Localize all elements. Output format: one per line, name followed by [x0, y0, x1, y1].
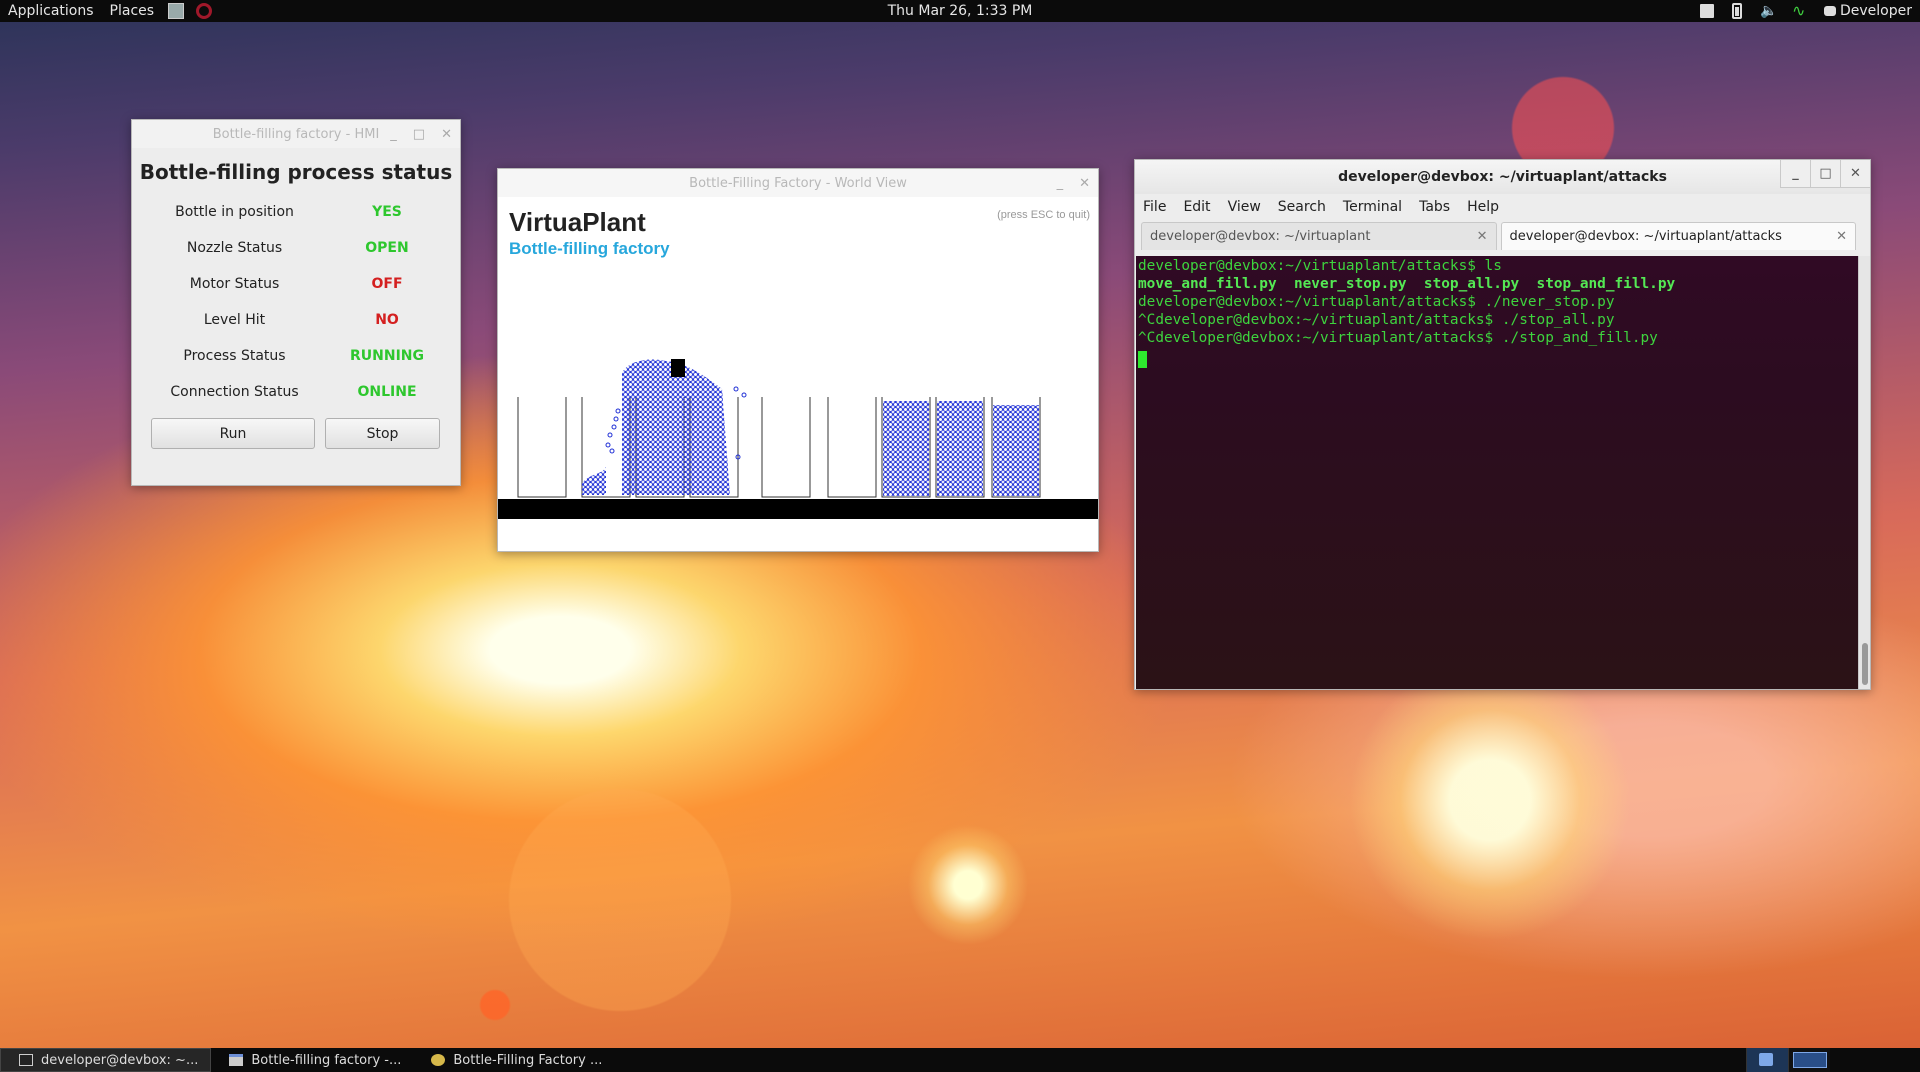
terminal-icon	[19, 1054, 33, 1066]
status-row-nozzle: Nozzle Status OPEN	[132, 230, 460, 266]
close-icon[interactable]: ✕	[441, 127, 452, 142]
network-icon[interactable]: ∿	[1792, 3, 1806, 19]
close-icon[interactable]: ✕	[1079, 176, 1090, 191]
status-row-process: Process Status RUNNING	[132, 338, 460, 374]
workspace-2[interactable]	[1788, 1048, 1830, 1072]
status-row-connection: Connection Status ONLINE	[132, 374, 460, 410]
hmi-window-title: Bottle-filling factory - HMI	[212, 126, 380, 142]
close-tab-icon[interactable]: ✕	[1477, 229, 1488, 244]
status-list: Bottle in position YES Nozzle Status OPE…	[132, 194, 460, 410]
status-value: RUNNING	[350, 348, 424, 364]
taskbar-item-label: Bottle-filling factory -...	[251, 1052, 402, 1068]
clock-container: Thu Mar 26, 1:33 PM	[0, 3, 1920, 19]
status-label: Motor Status	[189, 276, 280, 292]
world-view-subtitle: Bottle-filling factory	[509, 239, 670, 258]
minimize-icon[interactable]: _	[1780, 160, 1810, 188]
user-menu[interactable]: Developer	[1823, 3, 1912, 19]
status-label: Nozzle Status	[186, 240, 283, 256]
battery-icon[interactable]	[1731, 3, 1742, 19]
status-row-bottle: Bottle in position YES	[132, 194, 460, 230]
system-tray: 🔈 ∿ Developer	[1699, 0, 1920, 22]
taskbar-item-terminal[interactable]: developer@devbox: ~...	[0, 1048, 212, 1072]
terminal-output[interactable]: developer@devbox:~/virtuaplant/attacks$ …	[1136, 256, 1858, 689]
scrollbar-thumb[interactable]	[1862, 643, 1868, 685]
taskbar: developer@devbox: ~... Bottle-filling fa…	[0, 1048, 1920, 1072]
hmi-titlebar[interactable]: Bottle-filling factory - HMI _ □ ✕	[132, 120, 460, 148]
conveyor-belt	[498, 499, 1098, 519]
tab-virtuaplant[interactable]: developer@devbox: ~/virtuaplant ✕	[1141, 222, 1497, 250]
taskbar-item-label: developer@devbox: ~...	[41, 1052, 199, 1068]
maximize-icon[interactable]: □	[413, 127, 425, 142]
menu-search[interactable]: Search	[1278, 199, 1326, 215]
close-icon[interactable]: ✕	[1840, 160, 1870, 188]
status-row-level: Level Hit NO	[132, 302, 460, 338]
menu-terminal[interactable]: Terminal	[1343, 199, 1402, 215]
status-value: YES	[372, 204, 402, 220]
run-button[interactable]: Run	[151, 418, 315, 449]
maximize-icon[interactable]: □	[1810, 160, 1840, 188]
taskbar-item-world-view[interactable]: Bottle-Filling Factory ...	[413, 1048, 614, 1072]
terminal-line: ^Cdeveloper@devbox:~/virtuaplant/attacks…	[1138, 330, 1658, 346]
status-value: OFF	[371, 276, 403, 292]
terminal-line: ^Cdeveloper@devbox:~/virtuaplant/attacks…	[1138, 312, 1615, 328]
menu-view[interactable]: View	[1228, 199, 1261, 215]
status-value: OPEN	[365, 240, 409, 256]
world-view-titlebar[interactable]: Bottle-Filling Factory - World View _ ✕	[498, 169, 1098, 197]
volume-muted-icon[interactable]: 🔈	[1760, 4, 1777, 18]
menu-help[interactable]: Help	[1467, 199, 1499, 215]
launcher-app-icon[interactable]	[168, 3, 185, 19]
terminal-line: move_and_fill.py never_stop.py stop_all.…	[1138, 276, 1676, 292]
stop-button[interactable]: Stop	[325, 418, 440, 449]
world-view-window-title: Bottle-Filling Factory - World View	[689, 175, 907, 191]
places-menu[interactable]: Places	[102, 0, 163, 22]
status-label: Connection Status	[170, 384, 299, 400]
minimize-icon[interactable]: _	[1057, 176, 1064, 191]
world-view-canvas[interactable]: VirtuaPlant Bottle-filling factory (pres…	[498, 197, 1098, 551]
terminal-titlebar[interactable]: developer@devbox: ~/virtuaplant/attacks …	[1135, 160, 1870, 194]
menu-tabs[interactable]: Tabs	[1419, 199, 1450, 215]
world-view-title: VirtuaPlant	[509, 207, 646, 237]
status-label: Level Hit	[203, 312, 266, 328]
workspace-switcher	[1746, 1048, 1830, 1072]
workspace-1[interactable]	[1746, 1048, 1788, 1072]
close-tab-icon[interactable]: ✕	[1836, 229, 1847, 244]
terminal-tabs: developer@devbox: ~/virtuaplant ✕ develo…	[1135, 220, 1870, 250]
terminal-menubar: File Edit View Search Terminal Tabs Help	[1135, 194, 1870, 220]
escape-hint: (press ESC to quit)	[997, 209, 1090, 221]
top-panel: Applications Places Thu Mar 26, 1:33 PM …	[0, 0, 1920, 22]
python-icon	[431, 1054, 446, 1066]
applications-menu[interactable]: Applications	[0, 0, 102, 22]
hmi-heading: Bottle-filling process status	[139, 160, 453, 184]
tab-attacks[interactable]: developer@devbox: ~/virtuaplant/attacks …	[1500, 222, 1856, 250]
taskbar-item-hmi[interactable]: Bottle-filling factory -...	[211, 1048, 413, 1072]
minimize-icon[interactable]: _	[390, 127, 397, 142]
status-value: NO	[375, 312, 399, 328]
clock[interactable]: Thu Mar 26, 1:33 PM	[888, 3, 1033, 19]
window-icon	[229, 1054, 244, 1066]
chat-icon	[1823, 6, 1836, 16]
status-row-motor: Motor Status OFF	[132, 266, 460, 302]
terminal-line: developer@devbox:~/virtuaplant/attacks$ …	[1138, 258, 1502, 274]
hmi-window: Bottle-filling factory - HMI _ □ ✕ Bottl…	[131, 119, 461, 486]
menu-edit[interactable]: Edit	[1183, 199, 1210, 215]
tab-label: developer@devbox: ~/virtuaplant/attacks	[1509, 229, 1782, 244]
world-view-window: Bottle-Filling Factory - World View _ ✕	[497, 168, 1099, 552]
notification-icon[interactable]	[1699, 4, 1714, 18]
terminal-scrollbar[interactable]	[1858, 256, 1870, 689]
terminal-line: developer@devbox:~/virtuaplant/attacks$ …	[1138, 294, 1615, 310]
user-name: Developer	[1839, 3, 1912, 19]
status-value: ONLINE	[357, 384, 417, 400]
taskbar-item-label: Bottle-Filling Factory ...	[453, 1052, 603, 1068]
terminal-cursor	[1138, 351, 1147, 368]
nozzle	[671, 359, 685, 377]
status-label: Bottle in position	[175, 204, 294, 220]
terminal-window: developer@devbox: ~/virtuaplant/attacks …	[1134, 159, 1871, 690]
launcher-browser-icon[interactable]	[196, 3, 213, 19]
status-label: Process Status	[183, 348, 286, 364]
terminal-window-title: developer@devbox: ~/virtuaplant/attacks	[1338, 169, 1667, 185]
hmi-controls: Run Stop	[151, 418, 460, 449]
menu-file[interactable]: File	[1143, 199, 1166, 215]
tab-label: developer@devbox: ~/virtuaplant	[1150, 229, 1371, 244]
